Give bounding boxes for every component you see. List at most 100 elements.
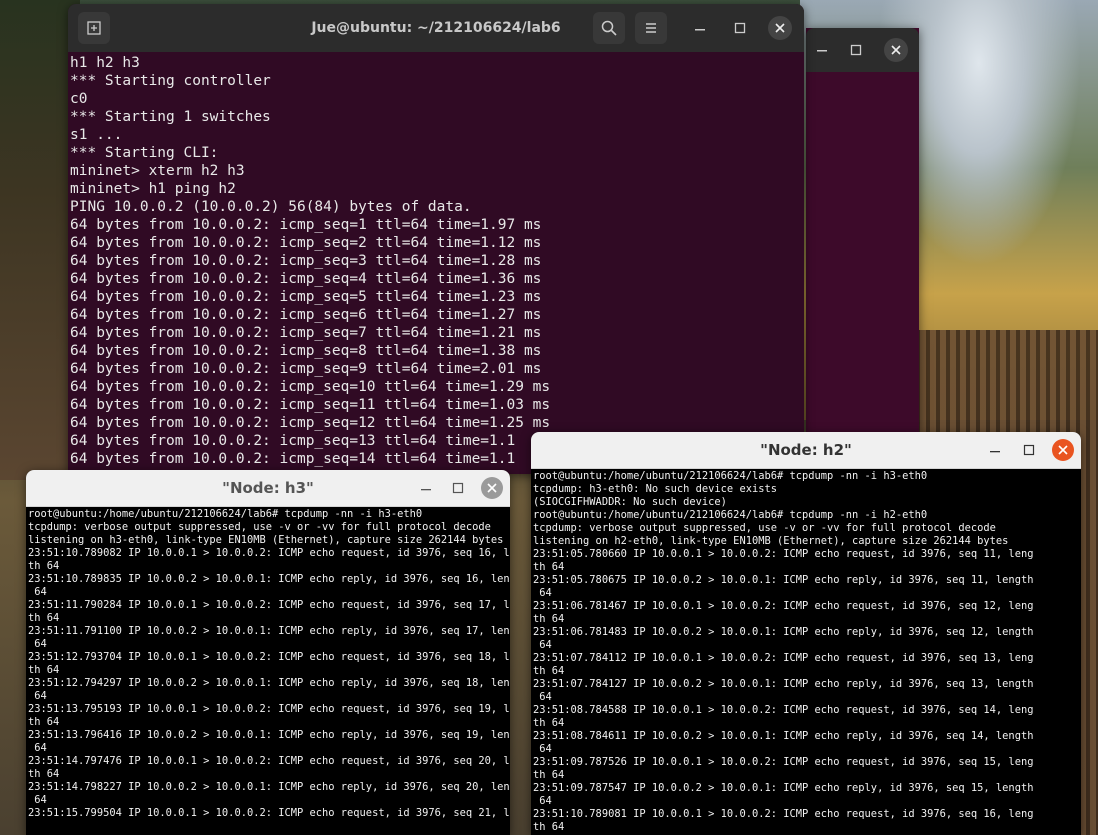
xterm-window-h3[interactable]: "Node: h3" root@ubuntu:/home/ubuntu/2121… — [26, 470, 510, 835]
search-icon[interactable] — [593, 12, 625, 44]
terminal-output[interactable]: h1 h2 h3 *** Starting controller c0 *** Sta… — [70, 54, 804, 474]
terminal-line: 64 bytes from 10.0.0.2: icmp_seq=10 ttl=… — [70, 379, 551, 395]
close-icon[interactable] — [1052, 439, 1074, 461]
terminal-line: tcpdump: verbose output suppressed, use … — [28, 521, 491, 533]
terminal-line: th 64 — [533, 613, 565, 625]
terminal-line: 23:51:08.784588 IP 10.0.0.1 > 10.0.0.2: … — [533, 704, 1034, 716]
terminal-line: 23:51:05.780675 IP 10.0.0.2 > 10.0.0.1: … — [533, 574, 1034, 586]
terminal-line: PING 10.0.0.2 (10.0.0.2) 56(84) bytes of… — [70, 199, 472, 215]
terminal-line: 64 — [533, 587, 552, 599]
terminal-line: 64 bytes from 10.0.0.2: icmp_seq=9 ttl=6… — [70, 361, 542, 377]
maximize-icon[interactable] — [844, 38, 868, 62]
terminal-line: th 64 — [533, 717, 565, 729]
terminal-line: 64 — [28, 794, 47, 806]
terminal-line: 23:51:14.798227 IP 10.0.0.2 > 10.0.0.1: … — [28, 781, 510, 793]
terminal-line: 64 bytes from 10.0.0.2: icmp_seq=6 ttl=6… — [70, 307, 542, 323]
terminal-line: 64 — [28, 586, 47, 598]
terminal-line: root@ubuntu:/home/ubuntu/212106624/lab6#… — [28, 508, 423, 520]
terminal-line: 64 — [533, 743, 552, 755]
xterm-h2-output[interactable]: root@ubuntu:/home/ubuntu/212106624/lab6#… — [533, 470, 1081, 835]
terminal-line: 64 bytes from 10.0.0.2: icmp_seq=4 ttl=6… — [70, 271, 542, 287]
terminal-line: 64 bytes from 10.0.0.2: icmp_seq=2 ttl=6… — [70, 235, 542, 251]
terminal-line: th 64 — [28, 664, 60, 676]
terminal-line: 64 — [28, 638, 47, 650]
window-title: Jue@ubuntu: ~/212106624/lab6 — [311, 20, 561, 36]
terminal-line: 64 bytes from 10.0.0.2: icmp_seq=1 ttl=6… — [70, 217, 542, 233]
terminal-line: th 64 — [28, 560, 60, 572]
terminal-line: 23:51:09.787547 IP 10.0.0.2 > 10.0.0.1: … — [533, 782, 1034, 794]
window-title: "Node: h3" — [222, 479, 314, 497]
terminal-line: th 64 — [533, 665, 565, 677]
terminal-line: th 64 — [28, 612, 60, 624]
terminal-line: root@ubuntu:/home/ubuntu/212106624/lab6#… — [533, 470, 928, 482]
terminal-line: 23:51:09.787526 IP 10.0.0.1 > 10.0.0.2: … — [533, 756, 1034, 768]
terminal-line: 64 — [533, 691, 552, 703]
background-terminal-window[interactable] — [806, 28, 919, 433]
hamburger-menu-icon[interactable] — [635, 12, 667, 44]
minimize-icon[interactable] — [414, 476, 438, 500]
terminal-line: listening on h2-eth0, link-type EN10MB (… — [533, 535, 1009, 547]
terminal-line: th 64 — [28, 716, 60, 728]
xterm-window-h2[interactable]: "Node: h2" root@ubuntu:/home/ubuntu/2121… — [531, 432, 1081, 835]
xterm-h3-output[interactable]: root@ubuntu:/home/ubuntu/212106624/lab6#… — [28, 508, 510, 835]
xterm-h2-titlebar[interactable]: "Node: h2" — [531, 432, 1081, 469]
terminal-line: 23:51:06.781483 IP 10.0.0.2 > 10.0.0.1: … — [533, 626, 1034, 638]
minimize-icon[interactable] — [810, 38, 834, 62]
terminal-line: 23:51:08.784611 IP 10.0.0.2 > 10.0.0.1: … — [533, 730, 1034, 742]
minimize-icon[interactable] — [688, 16, 712, 40]
terminal-line: 23:51:15.799504 IP 10.0.0.1 > 10.0.0.2: … — [28, 807, 510, 819]
terminal-line: 64 bytes from 10.0.0.2: icmp_seq=11 ttl=… — [70, 397, 551, 413]
terminal-line: 23:51:07.784127 IP 10.0.0.2 > 10.0.0.1: … — [533, 678, 1034, 690]
terminal-line: 23:51:13.796416 IP 10.0.0.2 > 10.0.0.1: … — [28, 729, 510, 741]
terminal-line: 23:51:13.795193 IP 10.0.0.1 > 10.0.0.2: … — [28, 703, 510, 715]
terminal-line: 23:51:12.794297 IP 10.0.0.2 > 10.0.0.1: … — [28, 677, 510, 689]
maximize-icon[interactable] — [728, 16, 752, 40]
maximize-icon[interactable] — [1017, 438, 1041, 462]
terminal-line: *** Starting 1 switches — [70, 109, 271, 125]
terminal-line: 64 bytes from 10.0.0.2: icmp_seq=8 ttl=6… — [70, 343, 542, 359]
terminal-line: 64 — [28, 742, 47, 754]
new-tab-icon[interactable] — [78, 12, 110, 44]
terminal-line: *** Starting CLI: — [70, 145, 219, 161]
close-icon[interactable] — [768, 16, 792, 40]
terminal-line: 64 bytes from 10.0.0.2: icmp_seq=5 ttl=6… — [70, 289, 542, 305]
terminal-line: 23:51:05.780660 IP 10.0.0.1 > 10.0.0.2: … — [533, 548, 1034, 560]
terminal-line: listening on h3-eth0, link-type EN10MB (… — [28, 534, 504, 546]
terminal-line: 64 — [533, 639, 552, 651]
terminal-line: th 64 — [533, 561, 565, 573]
terminal-line: 23:51:07.784112 IP 10.0.0.1 > 10.0.0.2: … — [533, 652, 1034, 664]
terminal-line: mininet> xterm h2 h3 — [70, 163, 245, 179]
terminal-line: 64 bytes from 10.0.0.2: icmp_seq=3 ttl=6… — [70, 253, 542, 269]
terminal-line: (SIOCGIFHWADDR: No such device) — [533, 496, 727, 508]
terminal-line: 23:51:12.793704 IP 10.0.0.1 > 10.0.0.2: … — [28, 651, 510, 663]
terminal-line: th 64 — [533, 769, 565, 781]
xterm-h3-titlebar[interactable]: "Node: h3" — [26, 470, 510, 507]
background-terminal-titlebar[interactable] — [806, 28, 919, 72]
terminal-line: 64 — [28, 690, 47, 702]
terminal-line: th 64 — [533, 821, 565, 833]
main-terminal-window[interactable]: Jue@ubuntu: ~/212106624/lab6 h1 h2 h3 ***… — [68, 4, 804, 474]
minimize-icon[interactable] — [983, 438, 1007, 462]
maximize-icon[interactable] — [446, 476, 470, 500]
terminal-line: tcpdump: verbose output suppressed, use … — [533, 522, 996, 534]
close-icon[interactable] — [481, 477, 503, 499]
terminal-line: 23:51:10.789081 IP 10.0.0.1 > 10.0.0.2: … — [533, 808, 1034, 820]
main-terminal-titlebar[interactable]: Jue@ubuntu: ~/212106624/lab6 — [68, 4, 804, 52]
window-title: "Node: h2" — [760, 441, 852, 459]
terminal-line: th 64 — [28, 768, 60, 780]
close-icon[interactable] — [884, 38, 908, 62]
terminal-line: 64 bytes from 10.0.0.2: icmp_seq=12 ttl=… — [70, 415, 551, 431]
terminal-line: h1 h2 h3 — [70, 55, 140, 71]
terminal-line: *** Starting controller — [70, 73, 271, 89]
terminal-line: 23:51:06.781467 IP 10.0.0.1 > 10.0.0.2: … — [533, 600, 1034, 612]
terminal-line: 23:51:10.789082 IP 10.0.0.1 > 10.0.0.2: … — [28, 547, 510, 559]
terminal-line: 23:51:10.789835 IP 10.0.0.2 > 10.0.0.1: … — [28, 573, 510, 585]
terminal-line: root@ubuntu:/home/ubuntu/212106624/lab6#… — [533, 509, 928, 521]
terminal-line: 64 bytes from 10.0.0.2: icmp_seq=7 ttl=6… — [70, 325, 542, 341]
terminal-line: 23:51:11.791100 IP 10.0.0.2 > 10.0.0.1: … — [28, 625, 510, 637]
terminal-line: 23:51:14.797476 IP 10.0.0.1 > 10.0.0.2: … — [28, 755, 510, 767]
terminal-line: c0 — [70, 91, 88, 107]
terminal-line: 64 — [533, 795, 552, 807]
terminal-line: 23:51:11.790284 IP 10.0.0.1 > 10.0.0.2: … — [28, 599, 510, 611]
terminal-line: s1 ... — [70, 127, 123, 143]
